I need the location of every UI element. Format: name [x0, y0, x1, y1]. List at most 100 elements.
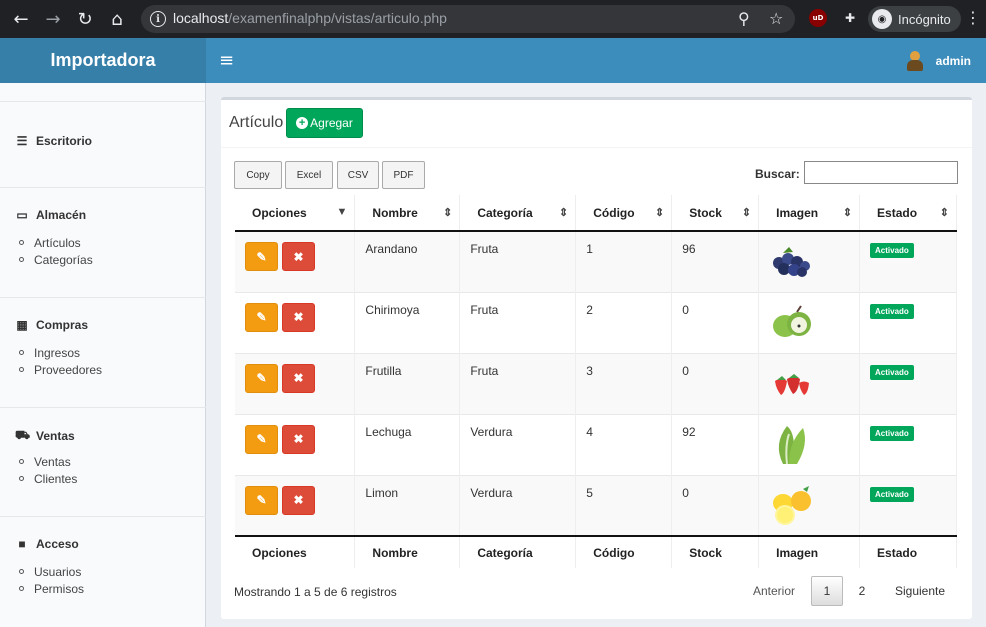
add-button[interactable]: + Agregar — [286, 108, 363, 138]
pagination-page-1[interactable]: 1 — [811, 576, 843, 606]
articles-table: Opciones ▼ Nombre ⇕ Categoría ⇕ Código ⇕ Sto… — [235, 195, 957, 568]
browser-toolbar: ← → ↻ ⌂ i localhost/examenfinalphp/vista… — [0, 0, 986, 38]
zoom-icon[interactable]: ⚲ — [738, 9, 750, 28]
sidebar-item-categorias[interactable]: Categorías — [19, 251, 93, 268]
forward-arrow-icon[interactable]: → — [40, 6, 66, 32]
search-label: Buscar: — [755, 167, 800, 181]
delete-button[interactable]: ✖ — [282, 242, 315, 271]
ublock-icon[interactable]: uD — [809, 9, 827, 27]
cell-nombre: Limon — [354, 474, 461, 536]
sidebar-item-acceso[interactable]: ■ Acceso — [15, 537, 78, 551]
col-header-stock[interactable]: Stock ⇕ — [671, 195, 760, 232]
delete-button[interactable]: ✖ — [282, 424, 315, 454]
sidebar-item-almacen[interactable]: ▭ Almacén — [15, 208, 86, 222]
product-image-lemons — [773, 485, 812, 525]
star-icon[interactable]: ☆ — [769, 9, 783, 28]
cell-codigo: 3 — [575, 352, 673, 414]
edit-button[interactable]: ✎ — [245, 485, 278, 515]
excel-button[interactable]: Excel — [285, 161, 333, 189]
col-footer-opciones: Opciones — [235, 535, 356, 568]
pagination-next[interactable]: Siguiente — [889, 576, 951, 606]
sidebar-item-clientes[interactable]: Clientes — [19, 470, 77, 487]
col-header-codigo[interactable]: Código ⇕ — [575, 195, 673, 232]
pdf-button[interactable]: PDF — [382, 161, 425, 189]
copy-button[interactable]: Copy — [234, 161, 282, 189]
cell-stock: 92 — [671, 413, 760, 475]
back-arrow-icon[interactable]: ← — [8, 6, 34, 32]
cell-codigo: 1 — [575, 230, 673, 292]
status-badge: Activado — [870, 486, 914, 502]
sidebar-item-proveedores[interactable]: Proveedores — [19, 361, 102, 378]
sidebar-item-ventas-list[interactable]: Ventas — [19, 453, 77, 470]
incognito-badge[interactable]: ◉ Incógnito — [868, 6, 961, 32]
page-title: Artículo — [229, 114, 284, 131]
product-image-lettuce — [778, 425, 806, 464]
col-footer-nombre: Nombre — [354, 535, 461, 568]
sort-icon: ⇕ — [939, 207, 949, 219]
sidebar-item-escritorio[interactable]: ☰ Escritorio — [15, 134, 92, 148]
kebab-menu-icon[interactable]: ⋮ — [965, 8, 981, 27]
status-badge: Activado — [870, 303, 914, 319]
close-icon: ✖ — [293, 432, 304, 446]
edit-button[interactable]: ✎ — [245, 242, 278, 271]
sidebar-item-permisos[interactable]: Permisos — [19, 580, 84, 597]
sidebar-item-usuarios[interactable]: Usuarios — [19, 563, 84, 580]
col-footer-estado: Estado — [859, 535, 957, 568]
url-text[interactable]: localhost/examenfinalphp/vistas/articulo… — [173, 10, 447, 26]
info-icon[interactable]: i — [150, 11, 166, 27]
close-icon: ✖ — [293, 493, 304, 507]
edit-button[interactable]: ✎ — [245, 424, 278, 454]
user-menu[interactable]: admin — [906, 51, 971, 71]
edit-button[interactable]: ✎ — [245, 363, 278, 393]
puzzle-icon[interactable]: ✚ — [841, 9, 859, 27]
cell-codigo: 5 — [575, 474, 673, 536]
product-image-cherimoya — [773, 304, 812, 337]
sidebar-section-compras: ▦ Compras Ingresos Proveedores — [0, 297, 206, 407]
delete-button[interactable]: ✖ — [282, 485, 315, 515]
cell-nombre: Arandano — [354, 230, 461, 292]
pagination-prev[interactable]: Anterior — [744, 576, 804, 606]
reload-icon[interactable]: ↻ — [72, 6, 98, 32]
sidebar-section-acceso: ■ Acceso Usuarios Permisos — [0, 516, 206, 627]
csv-button[interactable]: CSV — [337, 161, 379, 189]
sidebar-section-almacen: ▭ Almacén Artículos Categorías — [0, 187, 206, 297]
delete-button[interactable]: ✖ — [282, 302, 315, 332]
sort-icon: ⇕ — [654, 207, 665, 219]
sort-desc-icon: ▼ — [336, 206, 348, 218]
logo[interactable]: Importadora — [0, 38, 206, 83]
main-box: Artículo + Agregar Copy Excel CSV PDF Bus… — [221, 97, 972, 619]
col-header-nombre[interactable]: Nombre ⇕ — [354, 195, 461, 232]
sidebar-item-ventas[interactable]: ⛟ Ventas — [15, 428, 75, 444]
cell-codigo: 4 — [575, 413, 673, 475]
col-header-estado[interactable]: Estado ⇕ — [859, 195, 957, 232]
col-header-imagen[interactable]: Imagen ⇕ — [758, 195, 861, 232]
edit-button[interactable]: ✎ — [245, 302, 278, 332]
dashboard-icon: ☰ — [16, 134, 28, 148]
hamburger-menu-icon[interactable]: ≡ — [219, 50, 234, 71]
cell-nombre: Chirimoya — [354, 291, 461, 353]
cell-stock: 0 — [671, 474, 760, 536]
cell-nombre: Frutilla — [354, 352, 461, 414]
pagination-page-2[interactable]: 2 — [847, 576, 877, 606]
cell-stock: 96 — [671, 230, 760, 292]
sort-icon: ⇕ — [443, 207, 453, 219]
col-header-opciones[interactable]: Opciones ▼ — [235, 195, 356, 232]
sidebar-item-ingresos[interactable]: Ingresos — [19, 344, 102, 361]
home-icon[interactable]: ⌂ — [104, 6, 130, 32]
pencil-icon: ✎ — [256, 249, 267, 264]
table-row: ✎ ✖ Arandano Fruta 1 96 Activado — [235, 230, 957, 292]
table-info: Mostrando 1 a 5 de 6 registros — [234, 585, 397, 599]
search-input[interactable] — [804, 161, 958, 184]
status-badge: Activado — [870, 243, 914, 258]
box-header: Artículo + Agregar — [221, 100, 972, 148]
pencil-icon: ✎ — [256, 371, 267, 385]
status-badge: Activado — [870, 425, 914, 441]
table-row: ✎ ✖ Limon Verdura 5 0 Activado — [235, 474, 957, 536]
table-row: ✎ ✖ Frutilla Fruta 3 0 Activado — [235, 352, 957, 414]
address-bar[interactable]: i localhost/examenfinalphp/vistas/articu… — [141, 5, 795, 33]
sidebar-item-articulos[interactable]: Artículos — [19, 234, 93, 251]
product-image-strawberries — [775, 373, 810, 395]
sidebar-item-compras[interactable]: ▦ Compras — [15, 318, 88, 332]
col-header-categoria[interactable]: Categoría ⇕ — [459, 195, 577, 232]
delete-button[interactable]: ✖ — [282, 363, 315, 393]
